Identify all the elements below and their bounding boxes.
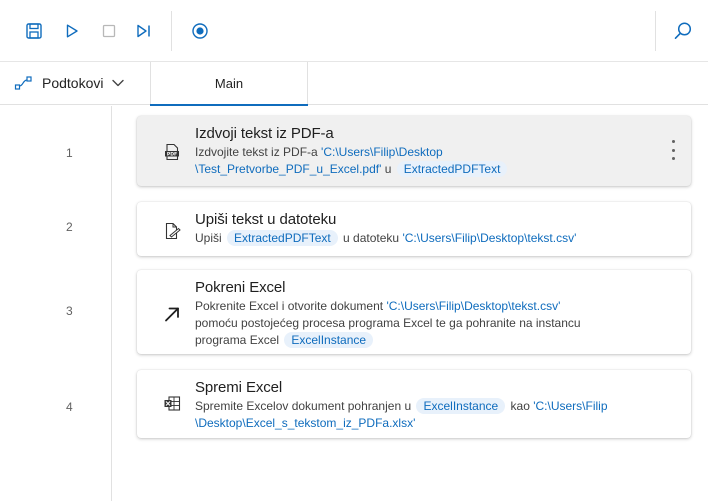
write-file-icon — [162, 221, 182, 241]
file-path: 'C:\Users\Filip\Desktop\tekst.csv' — [402, 231, 577, 245]
action-content: Spremi Excel Spremite Excelov dokument p… — [195, 379, 661, 432]
action-content: Pokreni Excel Pokrenite Excel i otvorite… — [195, 279, 661, 349]
excel-save-icon — [162, 394, 182, 414]
stop-icon — [102, 24, 116, 38]
record-icon — [192, 23, 208, 39]
search-icon — [674, 22, 692, 40]
tab-main-label: Main — [214, 76, 244, 91]
search-button[interactable] — [671, 19, 695, 43]
action-title: Izdvoji tekst iz PDF-a — [195, 125, 334, 142]
stop-button[interactable] — [97, 19, 121, 43]
action-description: Izdvojite tekst iz PDF-a 'C:\Users\Filip… — [195, 144, 661, 178]
action-title: Pokreni Excel — [195, 279, 286, 296]
subflows-label: Podtokovi — [42, 75, 104, 91]
record-button[interactable] — [188, 19, 212, 43]
action-title: Upiši tekst u datoteku — [195, 211, 337, 228]
variable-chip[interactable]: ExtractedPDFText — [396, 161, 508, 177]
line-number: 3 — [66, 304, 73, 318]
run-button[interactable] — [60, 19, 84, 43]
play-icon — [66, 24, 78, 38]
save-icon — [26, 23, 42, 39]
tabs-bar: Podtokovi Main — [0, 62, 708, 106]
action-content: Upiši tekst u datoteku Upiši ExtractedPD… — [195, 211, 661, 247]
action-description: Upiši ExtractedPDFText u datoteku 'C:\Us… — [195, 230, 661, 247]
toolbar — [0, 0, 708, 62]
step-forward-icon — [137, 24, 150, 38]
chevron-down-icon — [112, 79, 125, 87]
action-card-launch-excel[interactable]: Pokreni Excel Pokrenite Excel i otvorite… — [137, 270, 691, 354]
description-text: pomoću postojećeg procesa programa Excel… — [195, 316, 581, 330]
step-button[interactable] — [132, 19, 156, 43]
file-path: 'C:\Users\Filip\Desktop\tekst.csv' — [386, 299, 561, 313]
pdf-icon: PDF — [162, 142, 182, 162]
flow-designer: Podtokovi Main 1 2 3 4 PDF Izdvoji tekst… — [0, 0, 708, 501]
action-card-save-excel[interactable]: Spremi Excel Spremite Excelov dokument p… — [137, 370, 691, 438]
file-path: \Desktop\Excel_s_tekstom_iz_PDFa.xlsx' — [195, 416, 416, 430]
description-text: Upiši — [195, 231, 226, 245]
description-text: programa Excel — [195, 333, 283, 347]
variable-chip[interactable]: ExcelInstance — [284, 332, 374, 348]
action-title: Spremi Excel — [195, 379, 283, 396]
file-path: 'C:\Users\Filip — [533, 399, 608, 413]
description-text: u datoteku — [339, 231, 403, 245]
tab-main[interactable]: Main — [150, 62, 308, 106]
variable-chip[interactable]: ExtractedPDFText — [227, 230, 338, 246]
line-number: 4 — [66, 400, 73, 414]
action-description: Pokrenite Excel i otvorite dokument 'C:\… — [195, 298, 661, 349]
line-number: 1 — [66, 146, 73, 160]
subflow-icon — [14, 76, 32, 90]
file-path: \Test_Pretvorbe_PDF_u_Excel.pdf' — [195, 162, 382, 176]
line-number-gutter: 1 2 3 4 — [0, 106, 112, 501]
action-description: Spremite Excelov dokument pohranjen u Ex… — [195, 398, 661, 432]
line-number: 2 — [66, 220, 73, 234]
file-path: 'C:\Users\Filip\Desktop — [321, 145, 443, 159]
toolbar-separator — [171, 11, 172, 51]
description-text: Pokrenite Excel i otvorite dokument — [195, 299, 387, 313]
save-button[interactable] — [22, 19, 46, 43]
description-text: Spremite Excelov dokument pohranjen u — [195, 399, 415, 413]
action-content: Izdvoji tekst iz PDF-a Izdvojite tekst i… — [195, 125, 661, 178]
toolbar-separator — [655, 11, 656, 51]
description-text: kao — [507, 399, 534, 413]
action-card-write-text-to-file[interactable]: Upiši tekst u datoteku Upiši ExtractedPD… — [137, 202, 691, 256]
launch-arrow-icon — [162, 304, 182, 324]
svg-text:PDF: PDF — [167, 151, 177, 157]
subflows-dropdown[interactable]: Podtokovi — [14, 62, 138, 104]
more-options-icon[interactable] — [669, 140, 677, 160]
description-text: Izdvojite tekst iz PDF-a — [195, 145, 322, 159]
action-card-extract-pdf-text[interactable]: PDF Izdvoji tekst iz PDF-a Izdvojite tek… — [137, 116, 691, 186]
variable-chip[interactable]: ExcelInstance — [416, 398, 506, 414]
description-text: u — [381, 162, 395, 176]
